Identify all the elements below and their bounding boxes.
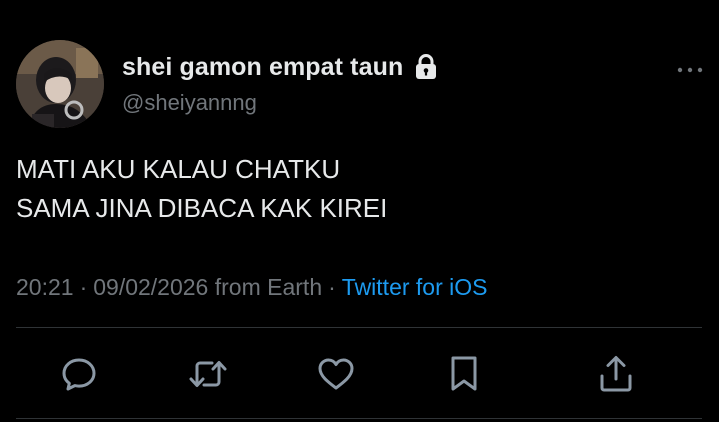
share-upload-icon <box>600 356 632 392</box>
divider <box>16 418 702 419</box>
tweet-time[interactable]: 20:21 <box>16 274 74 300</box>
tweet-metadata: 20:21 · 09/02/2026 from Earth · Twitter for … <box>16 272 488 302</box>
bookmark-icon <box>451 356 477 391</box>
divider <box>16 327 702 328</box>
tweet-source-link[interactable]: Twitter for iOS <box>342 274 488 300</box>
avatar-photo <box>16 40 104 128</box>
bookmark-button[interactable] <box>444 354 484 394</box>
tweet-text-line: MATI AKU KALAU CHATKU <box>16 154 341 184</box>
share-button[interactable] <box>596 354 636 394</box>
author-handle[interactable]: @sheiyannng <box>122 90 257 116</box>
tweet-location: from Earth <box>214 274 323 300</box>
separator: · <box>79 274 88 300</box>
more-icon <box>677 67 703 73</box>
separator: · <box>328 274 336 300</box>
avatar[interactable] <box>16 40 104 128</box>
tweet-text-line: SAMA JINA DIBACA KAK KIREI <box>16 193 388 223</box>
tweet-date[interactable]: 09/02/2026 <box>93 274 208 300</box>
action-bar <box>0 348 719 400</box>
heart-icon <box>318 358 354 390</box>
display-name[interactable]: shei gamon empat taun <box>122 53 403 82</box>
speech-bubble-icon <box>62 358 96 391</box>
tweet-card: shei gamon empat taun @sheiyannng MATI A… <box>0 0 719 422</box>
more-options-button[interactable] <box>670 60 710 80</box>
lock-icon <box>414 54 438 80</box>
like-button[interactable] <box>316 354 356 394</box>
reply-button[interactable] <box>59 354 99 394</box>
author-name-row: shei gamon empat taun <box>122 50 438 84</box>
retweet-button[interactable] <box>188 354 228 394</box>
tweet-text: MATI AKU KALAU CHATKU SAMA JINA DIBACA K… <box>16 150 696 228</box>
retweet-icon <box>189 361 227 387</box>
